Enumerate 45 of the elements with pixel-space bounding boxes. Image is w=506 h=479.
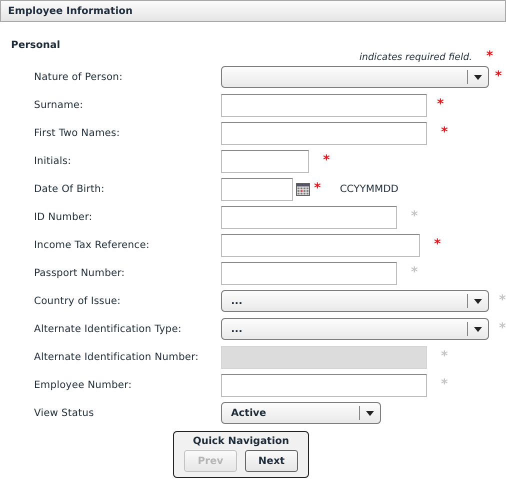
dropdown[interactable]: Active [221, 402, 381, 424]
field-label: First Two Names: [34, 128, 121, 138]
format-hint: CCYYMMDD [340, 184, 398, 194]
required-mark: * [441, 128, 448, 138]
dropdown[interactable]: ... [221, 318, 489, 340]
field-label: Alternate Identification Number: [34, 352, 200, 362]
required-mark: * [434, 240, 441, 250]
text-field[interactable] [221, 374, 427, 396]
text-field[interactable] [221, 122, 427, 144]
field-label: Date Of Birth: [34, 184, 106, 194]
text-field[interactable] [221, 206, 397, 228]
section-title: Personal [10, 39, 62, 51]
field-label: Initials: [34, 156, 72, 166]
required-mark: * [486, 52, 493, 62]
field-label: Alternate Identification Type: [34, 324, 182, 334]
field-label: Employee Number: [34, 380, 133, 390]
required-mark: * [495, 72, 502, 82]
date-field[interactable] [221, 178, 293, 200]
calendar-icon[interactable] [296, 182, 310, 196]
required-mark: * [323, 156, 330, 166]
text-field[interactable] [221, 234, 420, 256]
panel-title: Employee Information [8, 6, 133, 16]
required-mark: * [441, 380, 448, 390]
text-field[interactable] [221, 150, 309, 172]
field-label: Country of Issue: [34, 296, 122, 306]
text-field[interactable] [221, 262, 397, 284]
field-label: View Status [34, 408, 95, 418]
required-mark: * [437, 100, 444, 110]
field-label: Surname: [34, 100, 84, 110]
dropdown[interactable]: ... [221, 290, 489, 312]
field-label: Nature of Person: [34, 72, 124, 82]
field-label: Income Tax Reference: [34, 240, 150, 250]
required-mark: * [411, 212, 418, 222]
quick-navigation-title: Quick Navigation [192, 436, 290, 447]
field-label: Passport Number: [34, 268, 126, 278]
required-mark: * [441, 352, 448, 362]
required-mark: * [499, 296, 506, 306]
required-note: indicates required field. [359, 52, 472, 62]
dropdown[interactable] [221, 66, 489, 88]
required-mark: * [314, 184, 321, 194]
required-mark: * [411, 268, 418, 278]
field-label: ID Number: [34, 212, 94, 222]
nav-button[interactable]: Next [245, 450, 298, 472]
text-field[interactable] [221, 94, 427, 116]
required-mark: * [499, 324, 506, 334]
